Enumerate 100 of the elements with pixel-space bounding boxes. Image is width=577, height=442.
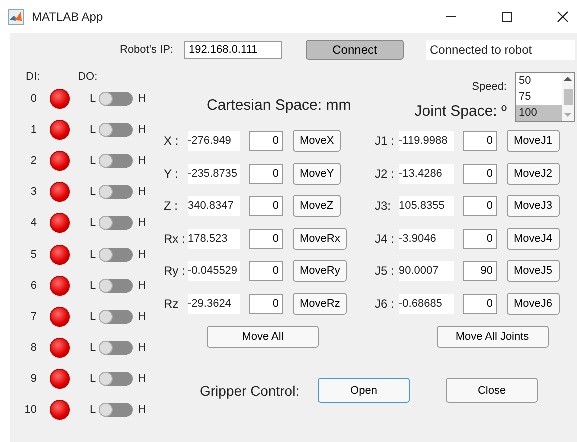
output-switch[interactable]	[99, 92, 134, 106]
di-header: DI:	[26, 71, 40, 83]
speed-option[interactable]: 50	[516, 73, 562, 89]
input-index: 4	[30, 217, 37, 230]
high-label: H	[138, 186, 146, 198]
ip-label: Robot's IP:	[120, 44, 174, 56]
high-label: H	[138, 404, 146, 416]
high-label: H	[138, 310, 146, 323]
move-all-button[interactable]: Move All	[207, 326, 319, 348]
position-value: 340.8347	[188, 196, 240, 216]
axis-label: Z :	[164, 199, 179, 214]
position-value: -235.8735	[188, 164, 240, 184]
low-label: L	[90, 154, 96, 167]
speed-label: Speed:	[472, 81, 507, 93]
output-switch[interactable]	[99, 403, 134, 418]
high-label: H	[138, 154, 146, 167]
input-index: 7	[30, 310, 37, 323]
axis-label: Rz	[164, 296, 180, 311]
close-icon[interactable]	[557, 10, 569, 22]
target-input[interactable]: 0	[463, 196, 497, 216]
connect-button[interactable]: Connect	[306, 40, 404, 60]
input-index: 0	[30, 92, 37, 105]
down-arrow-icon[interactable]	[564, 112, 572, 118]
move-button[interactable]: MoveRx	[293, 228, 348, 250]
move-button[interactable]: MoveJ3	[507, 195, 560, 218]
low-label: L	[90, 186, 96, 198]
speed-option[interactable]: 75	[516, 89, 562, 105]
high-label: H	[138, 124, 146, 136]
output-switch[interactable]	[99, 122, 134, 137]
move-button[interactable]: MoveJ5	[507, 260, 560, 282]
connection-status: Connected to robot	[426, 40, 575, 60]
position-value: -0.045529	[188, 261, 240, 282]
target-input[interactable]: 90	[463, 261, 497, 282]
axis-label: J1 :	[375, 134, 396, 148]
input-index: 1	[30, 124, 37, 136]
output-switch[interactable]	[99, 372, 134, 386]
input-index: 8	[30, 342, 37, 354]
do-header: DO:	[78, 71, 98, 83]
target-input[interactable]: 0	[463, 294, 497, 314]
target-input[interactable]: 0	[249, 294, 283, 314]
move-all-button[interactable]: Move All Joints	[436, 326, 548, 348]
input-index: 2	[30, 154, 37, 167]
target-input[interactable]: 0	[463, 228, 497, 249]
cartesian-title: Cartesian Space: mm	[207, 97, 352, 114]
high-label: H	[138, 342, 146, 354]
position-value: -119.9988	[399, 131, 454, 152]
gripper-label: Gripper Control:	[200, 382, 301, 398]
input-index: 10	[24, 404, 37, 416]
maximize-icon[interactable]	[501, 10, 513, 22]
axis-label: J6 :	[375, 296, 396, 311]
low-label: L	[90, 217, 96, 230]
gripper-button[interactable]: Open	[318, 378, 410, 403]
joint-title: Joint Space: º	[414, 103, 507, 120]
target-input[interactable]: 0	[249, 164, 283, 184]
output-switch[interactable]	[99, 154, 134, 168]
input-index: 6	[30, 280, 37, 292]
move-button[interactable]: MoveJ2	[507, 162, 560, 185]
output-switch[interactable]	[99, 341, 134, 356]
axis-label: Ry :	[164, 264, 186, 278]
target-input[interactable]: 0	[249, 196, 283, 216]
low-label: L	[90, 280, 96, 292]
move-button[interactable]: MoveRz	[293, 292, 348, 315]
position-value: 105.8355	[399, 196, 454, 216]
axis-label: J3:	[375, 199, 392, 214]
target-input[interactable]: 0	[249, 261, 283, 282]
move-button[interactable]: MoveJ4	[507, 228, 560, 250]
target-input[interactable]: 0	[463, 164, 497, 184]
speed-list[interactable]: 50 75 100	[515, 72, 575, 122]
output-switch[interactable]	[99, 185, 134, 200]
speed-option[interactable]: 100	[516, 105, 562, 121]
low-label: L	[90, 124, 96, 136]
output-switch[interactable]	[99, 216, 134, 230]
move-button[interactable]: MoveZ	[293, 195, 341, 218]
position-value: -13.4286	[399, 164, 454, 184]
input-index: 5	[30, 248, 37, 261]
axis-label: J2 :	[375, 166, 396, 181]
move-button[interactable]: MoveJ1	[507, 130, 560, 152]
output-switch[interactable]	[99, 278, 134, 293]
output-switch[interactable]	[99, 310, 134, 324]
input-index: 3	[30, 186, 37, 198]
app-icon	[8, 8, 24, 24]
high-label: H	[138, 92, 146, 105]
output-switch[interactable]	[99, 248, 134, 262]
move-button[interactable]: MoveJ6	[507, 292, 560, 315]
axis-label: Rx :	[164, 232, 186, 246]
gripper-button[interactable]: Close	[446, 378, 538, 403]
target-input[interactable]: 0	[249, 131, 283, 152]
up-arrow-icon[interactable]	[564, 76, 572, 82]
move-button[interactable]: MoveY	[293, 162, 342, 185]
target-input[interactable]: 0	[463, 131, 497, 152]
low-label: L	[90, 404, 96, 416]
move-button[interactable]: MoveRy	[293, 260, 348, 282]
input-index: 9	[30, 373, 37, 386]
ip-field[interactable]: 192.168.0.111	[184, 41, 282, 59]
scrollbar[interactable]	[562, 73, 574, 121]
axis-label: J5 :	[375, 264, 396, 278]
target-input[interactable]: 0	[249, 228, 283, 249]
position-value: 178.523	[188, 228, 240, 249]
high-label: H	[138, 248, 146, 261]
move-button[interactable]: MoveX	[293, 130, 342, 152]
